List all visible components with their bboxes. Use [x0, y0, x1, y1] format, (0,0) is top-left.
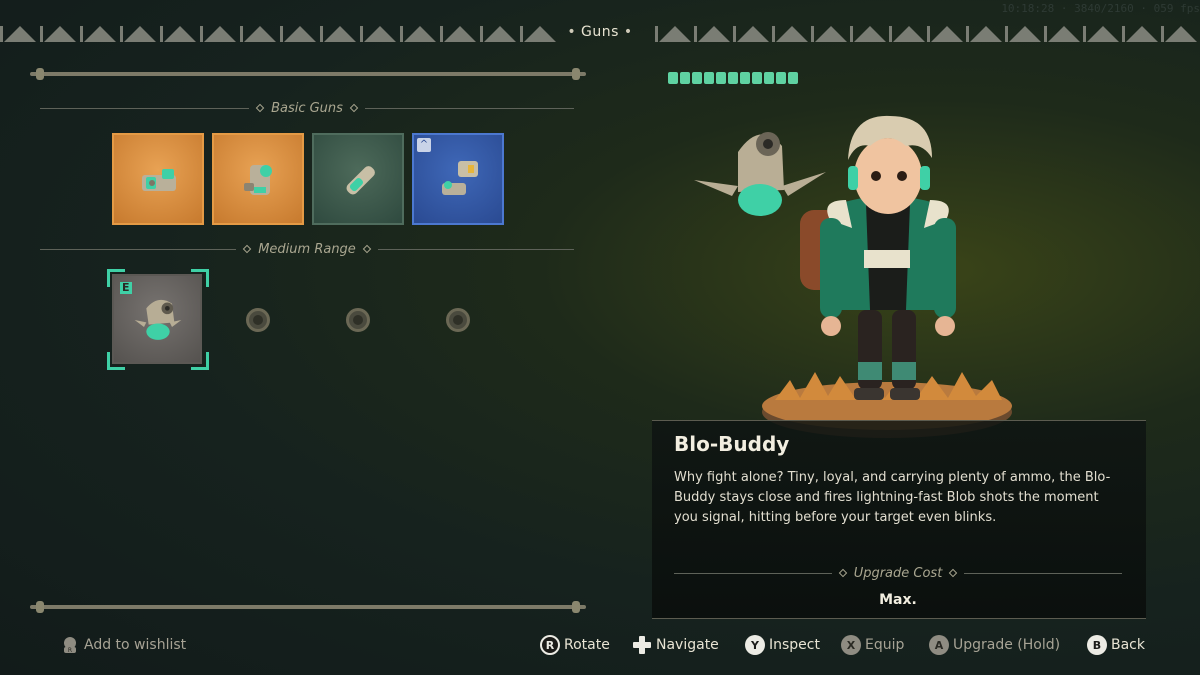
- right-stick-icon: R: [64, 637, 76, 654]
- hint-add-to-wishlist[interactable]: R Add to wishlist: [60, 634, 186, 656]
- top-pattern-left: [0, 24, 560, 44]
- empty-slot[interactable]: [346, 308, 370, 332]
- upgrade-cost-label: Upgrade Cost: [853, 565, 943, 581]
- character-preview[interactable]: [680, 100, 1060, 440]
- health-pip: [752, 72, 762, 84]
- hint-label: Add to wishlist: [84, 637, 187, 653]
- gun-icon: [244, 165, 272, 195]
- debug-overlay-text: 10:18:28 · 3840/2160 · 059 fps: [1001, 2, 1200, 15]
- health-pip: [692, 72, 702, 84]
- hint-rotate[interactable]: R Rotate: [540, 634, 610, 656]
- health-pip: [764, 72, 774, 84]
- health-pip: [716, 72, 726, 84]
- health-pip: [788, 72, 798, 84]
- section-label: Basic Guns: [271, 100, 343, 116]
- bottom-rail: [30, 601, 586, 613]
- health-pip: [704, 72, 714, 84]
- section-label: Medium Range: [258, 241, 356, 257]
- hint-label: Rotate: [564, 637, 610, 653]
- upgrade-cost-value: Max.: [879, 592, 917, 608]
- x-button-icon: X: [841, 635, 861, 655]
- gun-tile-2[interactable]: [212, 133, 304, 225]
- b-button-icon: B: [1087, 635, 1107, 655]
- upgrade-cost-header: Upgrade Cost: [674, 565, 1122, 581]
- item-name: Blo-Buddy: [674, 432, 790, 456]
- right-stick-button-icon: R: [540, 635, 560, 655]
- gun-tile-1[interactable]: [112, 133, 204, 225]
- health-pip: [668, 72, 678, 84]
- item-description: Why fight alone? Tiny, loyal, and carryi…: [674, 470, 1111, 525]
- gun-icon: [442, 161, 478, 195]
- health-pip: [776, 72, 786, 84]
- y-button-icon: Y: [745, 635, 765, 655]
- blo-buddy-drone: [694, 132, 826, 216]
- upgrade-badge-icon: ^: [417, 138, 431, 152]
- gun-tile-3[interactable]: [312, 133, 404, 225]
- gun-tile-4[interactable]: ^: [412, 133, 504, 225]
- selection-corner: [107, 269, 125, 287]
- page-title: • Guns •: [567, 24, 633, 40]
- top-rail: [30, 68, 586, 80]
- hint-label: Inspect: [769, 637, 820, 653]
- health-pip: [680, 72, 690, 84]
- gun-icon: [142, 169, 176, 191]
- gun-tile-blo-buddy[interactable]: E: [112, 274, 202, 364]
- a-button-icon: A: [929, 635, 949, 655]
- health-pip: [740, 72, 750, 84]
- svg-text:R: R: [68, 647, 72, 654]
- selection-corner: [191, 269, 209, 287]
- health-pip: [728, 72, 738, 84]
- hint-label: Equip: [865, 637, 905, 653]
- empty-slot[interactable]: [246, 308, 270, 332]
- health-bar: [668, 72, 798, 84]
- hint-label: Navigate: [656, 637, 719, 653]
- hint-upgrade[interactable]: A Upgrade (Hold): [929, 634, 1060, 656]
- top-pattern-right: [655, 24, 1200, 44]
- section-header-basic-guns: Basic Guns: [40, 100, 574, 116]
- hint-inspect[interactable]: Y Inspect: [745, 634, 820, 656]
- dpad-icon: [633, 636, 651, 654]
- blo-buddy-icon: [134, 299, 182, 340]
- panel-divider: [652, 618, 1146, 619]
- hint-navigate[interactable]: Navigate: [632, 634, 719, 656]
- hint-equip[interactable]: X Equip: [841, 634, 904, 656]
- hint-back[interactable]: B Back: [1087, 634, 1145, 656]
- gun-icon: [346, 166, 375, 195]
- hint-label: Back: [1111, 637, 1145, 653]
- hint-label: Upgrade (Hold): [953, 637, 1061, 653]
- selection-corner: [191, 352, 209, 370]
- section-header-medium-range: Medium Range: [40, 241, 575, 257]
- empty-slot[interactable]: [446, 308, 470, 332]
- selection-corner: [107, 352, 125, 370]
